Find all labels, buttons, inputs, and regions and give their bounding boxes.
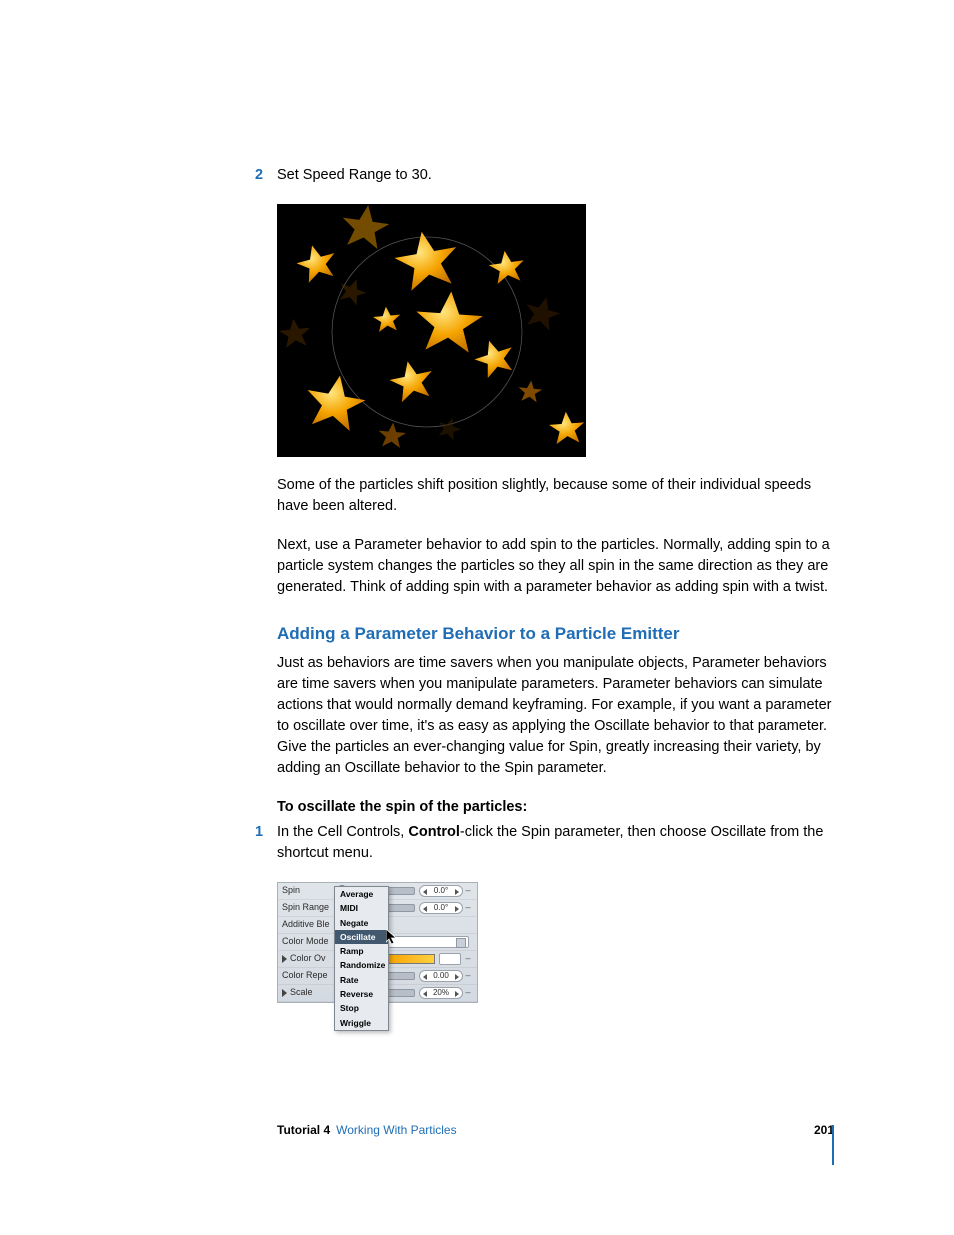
context-menu-item[interactable]: Randomize (335, 958, 388, 972)
param-label: Scale (282, 986, 330, 999)
paragraph-3: Just as behaviors are time savers when y… (277, 653, 834, 779)
gradient-edit-icon[interactable] (439, 953, 461, 965)
param-label: Spin (282, 884, 330, 897)
disclosure-triangle-icon[interactable] (282, 955, 287, 963)
param-menu-icon[interactable]: – (463, 969, 473, 982)
footer-divider (832, 1125, 834, 1165)
footer-chapter-link[interactable]: Working With Particles (336, 1122, 456, 1139)
page-content: 2 Set Speed Range to 30. (0, 0, 954, 1003)
footer-tutorial-label: Tutorial 4 (277, 1122, 330, 1139)
context-menu-item[interactable]: Negate (335, 916, 388, 930)
context-menu-item[interactable]: Wriggle (335, 1016, 388, 1030)
context-menu-item[interactable]: Ramp (335, 944, 388, 958)
disclosure-triangle-icon[interactable] (282, 989, 287, 997)
figure-cell-controls: Spin 0.0° – Spin Range 0.0° – Additive B… (277, 882, 478, 1003)
param-label: Color Repe (282, 969, 330, 982)
param-label: Color Mode (282, 935, 330, 948)
page-footer: Tutorial 4 Working With Particles 201 (277, 1122, 834, 1139)
context-menu-item[interactable]: Rate (335, 973, 388, 987)
param-label: Additive Ble (282, 918, 330, 931)
param-value[interactable]: 0.0° (419, 885, 463, 897)
param-label: Spin Range (282, 901, 330, 914)
param-menu-icon[interactable]: – (463, 901, 473, 914)
param-label: Color Ov (282, 952, 330, 965)
heading-parameter-behavior: Adding a Parameter Behavior to a Particl… (277, 622, 834, 647)
param-value[interactable]: 0.0° (419, 902, 463, 914)
param-menu-icon[interactable]: – (463, 884, 473, 897)
figure-particles-preview (277, 204, 586, 457)
param-value[interactable]: 0.00 (419, 970, 463, 982)
context-menu-item[interactable]: Stop (335, 1001, 388, 1015)
step-1: 1 In the Cell Controls, Control-click th… (277, 822, 834, 864)
page-number: 201 (814, 1122, 834, 1139)
param-value[interactable]: 20% (419, 987, 463, 999)
procedure-title: To oscillate the spin of the particles: (277, 797, 834, 818)
step-text: In the Cell Controls, Control-click the … (277, 824, 823, 861)
cursor-icon (386, 929, 398, 945)
step-text: Set Speed Range to 30. (277, 167, 432, 183)
step-2: 2 Set Speed Range to 30. (277, 165, 834, 186)
param-menu-icon[interactable]: – (463, 986, 473, 999)
context-menu-item[interactable]: Average (335, 887, 388, 901)
parameter-behavior-context-menu: Average MIDI Negate Oscillate Ramp Rando… (334, 886, 389, 1031)
paragraph-2: Next, use a Parameter behavior to add sp… (277, 535, 834, 598)
step-number: 2 (255, 165, 263, 186)
param-menu-icon[interactable]: – (463, 952, 473, 965)
paragraph-1: Some of the particles shift position sli… (277, 475, 834, 517)
context-menu-item-selected[interactable]: Oscillate (335, 930, 388, 944)
context-menu-item[interactable]: MIDI (335, 901, 388, 915)
step-number: 1 (255, 822, 263, 843)
context-menu-item[interactable]: Reverse (335, 987, 388, 1001)
cell-controls-panel: Spin 0.0° – Spin Range 0.0° – Additive B… (277, 882, 478, 1003)
